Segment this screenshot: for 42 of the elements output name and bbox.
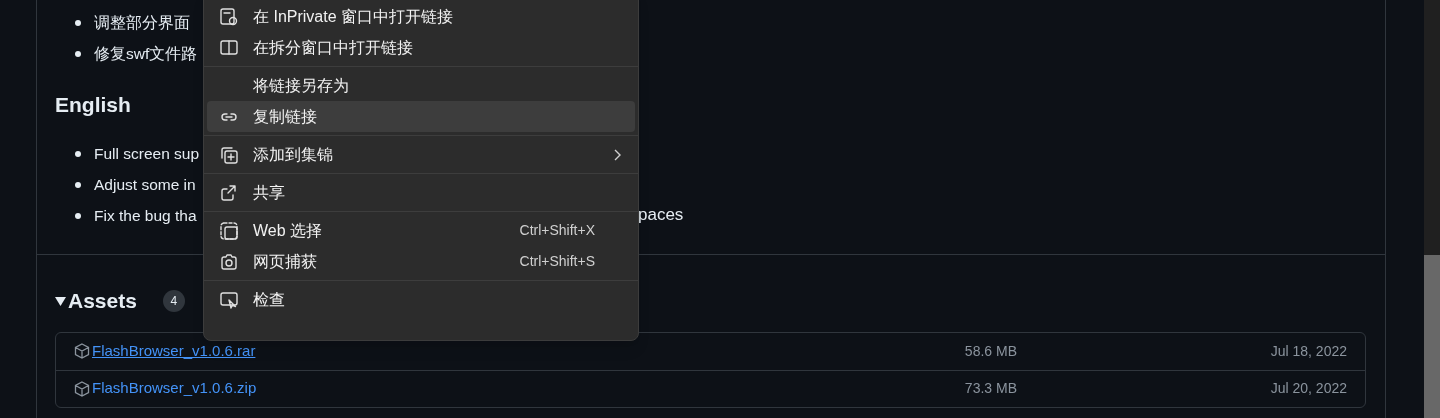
shortcut-text: Ctrl+Shift+S	[519, 252, 595, 271]
list-item-text: paces	[638, 205, 684, 224]
bullet-icon	[75, 50, 81, 57]
menu-item[interactable]: 添加到集锦	[207, 139, 635, 170]
file-date: Jul 18, 2022	[1269, 341, 1347, 361]
file-size: 58.6 MB	[963, 341, 1017, 361]
menu-item[interactable]: 在拆分窗口中打开链接	[207, 32, 635, 63]
list-item-text: Full screen sup	[94, 144, 200, 165]
split-window-icon	[219, 37, 239, 58]
inspect-icon	[219, 289, 239, 310]
collection-add-icon	[219, 144, 239, 165]
menu-item[interactable]: 网页捕获 Ctrl+Shift+S	[207, 246, 635, 277]
list-item-text: 调整部分界面	[94, 12, 190, 33]
count-badge: 4	[162, 289, 185, 312]
bullet-icon	[75, 182, 81, 188]
private-window-icon	[219, 6, 239, 27]
menu-item[interactable]: 在 InPrivate 窗口中打开链接	[207, 1, 635, 32]
dashed-selection-icon	[219, 220, 239, 241]
bullet-icon	[75, 151, 81, 157]
section-heading: Assets	[68, 287, 137, 314]
file-link[interactable]: FlashBrowser_v1.0.6.rar	[92, 339, 256, 363]
file-link[interactable]: FlashBrowser_v1.0.6.zip	[92, 377, 257, 400]
menu-item[interactable]: 将链接另存为	[207, 70, 635, 101]
scrollbar-thumb[interactable]	[1424, 255, 1440, 418]
list-item-text: Fix the bug tha	[94, 206, 197, 227]
bullet-icon	[75, 19, 81, 26]
disclosure-triangle[interactable]	[55, 295, 66, 306]
list-item-text: 修复swf文件路	[94, 43, 198, 64]
list-item-text: Adjust some in	[94, 175, 196, 196]
bullet-icon	[75, 213, 81, 219]
camera-icon	[219, 251, 239, 272]
shortcut-text: Ctrl+Shift+X	[519, 221, 595, 240]
menu-item[interactable]: Web 选择 Ctrl+Shift+X	[207, 215, 635, 246]
file-date: Jul 20, 2022	[1269, 379, 1347, 398]
section-heading: English	[55, 92, 131, 118]
package-icon	[74, 343, 90, 359]
share-icon	[219, 182, 239, 203]
menu-item[interactable]: 复制链接	[207, 101, 635, 132]
menu-item[interactable]: 共享	[207, 177, 635, 208]
menu-item[interactable]: 检查	[207, 284, 635, 315]
file-size: 73.3 MB	[963, 379, 1017, 398]
package-icon	[74, 380, 90, 397]
